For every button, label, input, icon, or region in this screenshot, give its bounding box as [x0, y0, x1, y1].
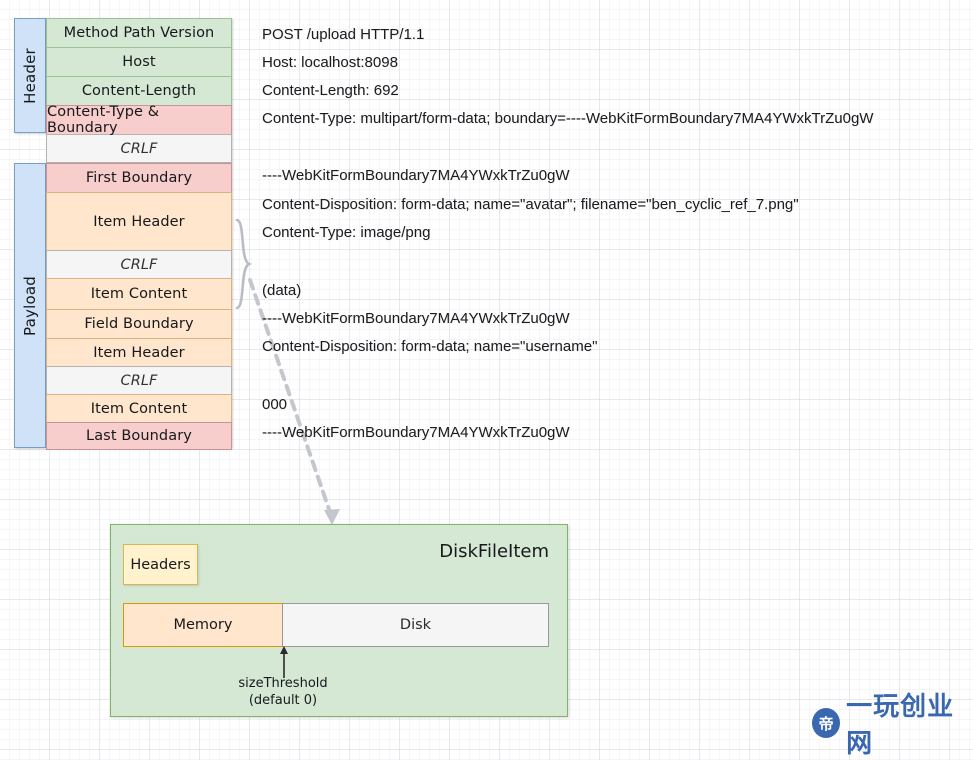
header-section-label-text: Header — [21, 47, 40, 104]
row-item-header-1: Item Header — [46, 192, 232, 250]
row-label: CRLF — [120, 140, 158, 157]
row-label: Content-Type & Boundary — [47, 104, 160, 136]
row-content-type-boundary: Content-Type & Boundary — [46, 104, 232, 136]
watermark-text: 一玩创业网 — [846, 692, 955, 759]
headers-box-label: Headers — [130, 556, 191, 573]
row-item-header-2: Item Header — [46, 338, 232, 366]
header-section-label: Header — [14, 18, 46, 133]
row-item-content-1: Item Content — [46, 278, 232, 309]
disk-box-label: Disk — [399, 617, 432, 633]
size-threshold-label: sizeThreshold — [238, 676, 328, 691]
raw-line-content-type: Content-Type: multipart/form-data; bound… — [262, 110, 874, 127]
headers-box: Headers — [123, 544, 198, 585]
disk-box: Disk — [282, 603, 549, 647]
watermark-logo-icon: 帝 — [812, 708, 841, 738]
payload-section-label-text: Payload — [21, 275, 39, 336]
diskfileitem-panel: DiskFileItem Headers Memory Disk sizeThr… — [110, 524, 568, 717]
memory-box-label: Memory — [173, 617, 233, 633]
raw-line-last-boundary: ----WebKitFormBoundary7MA4YWxkTrZu0gW — [262, 424, 570, 441]
payload-row-stack: First Boundary Item Header CRLF Item Con… — [46, 163, 232, 450]
raw-line-request-line: POST /upload HTTP/1.1 — [262, 26, 425, 43]
payload-section-label: Payload — [14, 163, 46, 448]
raw-line-disposition-username: Content-Disposition: form-data; name="us… — [262, 338, 598, 355]
raw-line-host: Host: localhost:8098 — [262, 54, 398, 71]
row-payload-crlf-2: CRLF — [46, 366, 232, 394]
row-field-boundary: Field Boundary — [46, 309, 232, 338]
raw-line-part-content-type: Content-Type: image/png — [262, 224, 431, 241]
raw-line-data-placeholder: (data) — [262, 282, 302, 299]
row-label: Content-Length — [81, 83, 197, 99]
row-host: Host — [46, 47, 232, 76]
row-header-crlf: CRLF — [46, 134, 232, 163]
raw-line-username-value: 000 — [262, 396, 288, 413]
row-label: Item Content — [90, 400, 188, 417]
row-label: Field Boundary — [84, 316, 194, 332]
raw-line-content-length: Content-Length: 692 — [262, 82, 399, 99]
row-label: Host — [122, 54, 156, 70]
row-label: First Boundary — [85, 170, 193, 186]
row-last-boundary: Last Boundary — [46, 422, 232, 450]
raw-line-field-boundary: ----WebKitFormBoundary7MA4YWxkTrZu0gW — [262, 310, 570, 327]
row-label: Item Header — [93, 213, 185, 230]
diskfileitem-title: DiskFileItem — [439, 541, 549, 562]
memory-box: Memory — [123, 603, 283, 647]
row-item-content-2: Item Content — [46, 394, 232, 422]
row-first-boundary: First Boundary — [46, 163, 232, 192]
size-threshold-default: (default 0) — [248, 693, 318, 708]
row-method-path-version: Method Path Version — [46, 18, 232, 47]
header-row-stack: Method Path Version Host Content-Length … — [46, 18, 232, 163]
row-label: Item Content — [90, 286, 188, 302]
row-label: Item Header — [93, 344, 185, 361]
watermark: 帝 一玩创业网 — [812, 686, 973, 760]
row-label: Method Path Version — [63, 25, 215, 41]
row-payload-crlf-1: CRLF — [46, 250, 232, 278]
row-label: CRLF — [120, 256, 158, 273]
raw-line-disposition-avatar: Content-Disposition: form-data; name="av… — [262, 196, 799, 213]
row-content-length: Content-Length — [46, 76, 232, 105]
size-threshold-annotation: sizeThreshold (default 0) — [223, 675, 343, 709]
row-label: Last Boundary — [86, 428, 192, 444]
size-threshold-arrow-icon — [280, 646, 288, 678]
raw-line-first-boundary: ----WebKitFormBoundary7MA4YWxkTrZu0gW — [262, 167, 570, 184]
diagram-canvas: Header Method Path Version Host Content-… — [0, 0, 973, 759]
row-label: CRLF — [120, 372, 158, 389]
